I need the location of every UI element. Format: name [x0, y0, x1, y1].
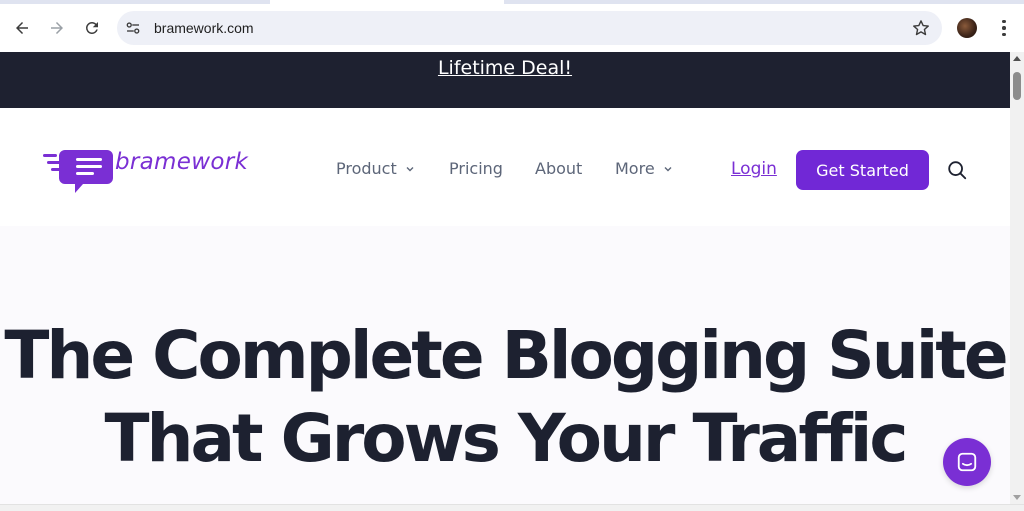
hero-title-line-1: The Complete Blogging Suite	[4, 317, 1008, 394]
nav-pricing-label: Pricing	[449, 159, 503, 178]
arrow-right-icon	[51, 22, 63, 34]
nav-more-label: More	[615, 159, 655, 178]
tab-strip	[0, 0, 1024, 4]
nav-about[interactable]: About	[535, 159, 582, 178]
chevron-down-icon	[406, 166, 414, 171]
hero-title: The Complete Blogging Suite That Grows Y…	[0, 314, 1010, 480]
brand-logo[interactable]: bramework	[43, 148, 248, 194]
brand-wordmark: bramework	[115, 149, 249, 175]
profile-avatar[interactable]	[957, 18, 977, 38]
promo-banner: Lifetime Deal!	[0, 52, 1010, 108]
scroll-thumb[interactable]	[1013, 72, 1021, 100]
arrow-left-icon	[16, 22, 28, 34]
get-started-button[interactable]: Get Started	[796, 150, 929, 190]
tune-icon[interactable]	[124, 19, 142, 37]
horizontal-scrollbar[interactable]	[0, 504, 1024, 511]
login-link[interactable]: Login	[731, 159, 777, 179]
kebab-icon[interactable]	[994, 17, 1014, 39]
address-bar[interactable]: bramework.com	[117, 11, 942, 45]
reload-button[interactable]	[81, 17, 103, 39]
url-text[interactable]: bramework.com	[154, 20, 254, 36]
reload-icon	[85, 21, 98, 34]
nav-about-label: About	[535, 159, 583, 178]
scroll-up-arrow[interactable]	[1013, 56, 1021, 61]
forward-button[interactable]	[46, 17, 68, 39]
chat-icon	[957, 452, 977, 472]
vertical-scrollbar[interactable]	[1010, 52, 1024, 504]
scroll-down-arrow[interactable]	[1013, 495, 1021, 500]
hero-section: The Complete Blogging Suite That Grows Y…	[0, 226, 1010, 504]
browser-toolbar: bramework.com	[0, 0, 1024, 52]
star-icon[interactable]	[911, 18, 931, 38]
page-viewport: Lifetime Deal! bramework Product Pricing…	[0, 52, 1010, 504]
nav-more[interactable]: More	[615, 159, 673, 178]
search-icon[interactable]	[946, 159, 968, 181]
site-header: bramework Product Pricing About More Log…	[0, 108, 1010, 226]
chat-bubble-logo-icon	[43, 150, 113, 193]
active-tab-edge	[270, 0, 504, 4]
chat-launcher-button[interactable]	[943, 438, 991, 486]
nav-product[interactable]: Product	[336, 159, 415, 178]
lifetime-deal-link[interactable]: Lifetime Deal!	[0, 57, 1010, 79]
nav-pricing[interactable]: Pricing	[449, 159, 503, 178]
back-button[interactable]	[11, 17, 33, 39]
chevron-down-icon	[664, 166, 672, 171]
hero-title-line-2: That Grows Your Traffic	[104, 400, 909, 477]
nav-product-label: Product	[336, 159, 397, 178]
